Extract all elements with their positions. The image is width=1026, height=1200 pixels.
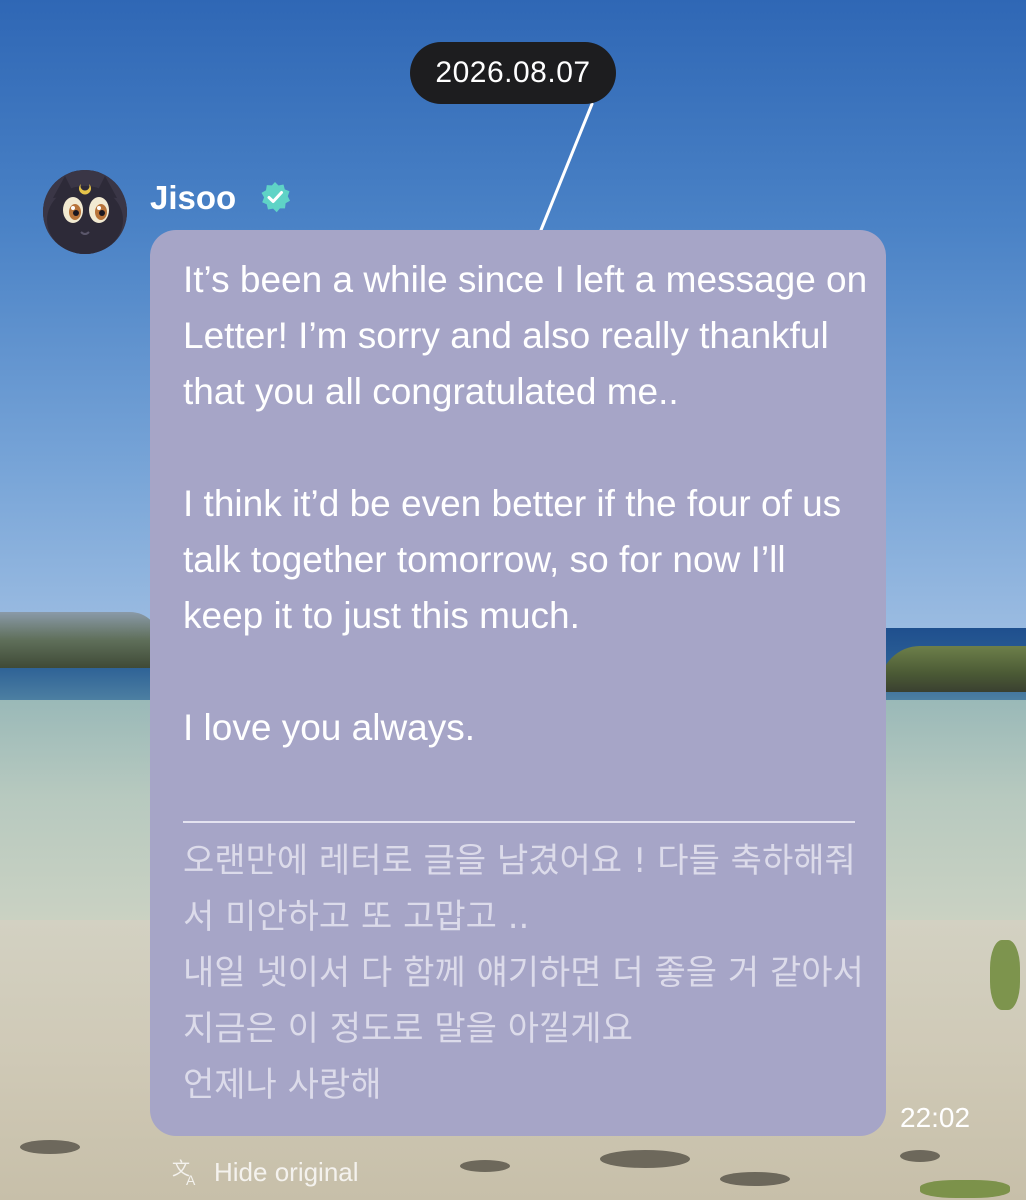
original-line: 오랜만에 레터로 글을 남겼어요 ! 다들 축하해줘서 미안하고 또 고맙고 .… (183, 841, 856, 937)
original-message: 오랜만에 레터로 글을 남겼어요 ! 다들 축하해줘서 미안하고 또 고맙고 .… (183, 833, 873, 1113)
translate-icon: 文 A (172, 1159, 196, 1188)
translation-divider (183, 821, 855, 823)
original-line: 내일 넷이서 다 함께 얘기하면 더 좋을 거 같아서 지금은 이 정도로 말을… (183, 953, 864, 1049)
sender-avatar[interactable] (43, 170, 127, 254)
translated-message: It’s been a while since I left a message… (183, 252, 873, 756)
message-bubble[interactable]: It’s been a while since I left a message… (150, 230, 886, 1136)
black-cat-avatar-icon (43, 170, 127, 254)
message-paragraph: I love you always. (183, 707, 476, 748)
seaweed-patch (920, 1180, 1010, 1198)
seaweed-patch (990, 940, 1020, 1010)
sender-name[interactable]: Jisoo (150, 176, 236, 220)
beach-rock (720, 1172, 790, 1186)
coast-right (880, 646, 1026, 692)
beach-rock (460, 1160, 510, 1172)
message-paragraph: It’s been a while since I left a message… (183, 259, 868, 412)
beach-rock (900, 1150, 940, 1162)
hide-original-button[interactable]: 文 A Hide original (170, 1152, 359, 1192)
hide-original-label: Hide original (214, 1157, 359, 1187)
verified-check-icon (261, 182, 290, 213)
beach-rock (600, 1150, 690, 1168)
beach-rock (20, 1140, 80, 1154)
message-time: 22:02 (900, 1102, 971, 1133)
date-badge: 2026.08.07 (410, 42, 616, 104)
svg-text:A: A (186, 1172, 196, 1188)
coast-left (0, 612, 160, 668)
original-line: 언제나 사랑해 (183, 1065, 382, 1105)
message-paragraph: I think it’d be even better if the four … (183, 483, 842, 636)
